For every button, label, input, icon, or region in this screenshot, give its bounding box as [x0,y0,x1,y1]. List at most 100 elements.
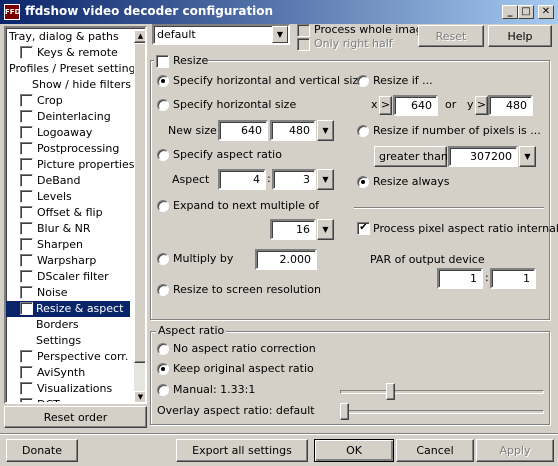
x-gt-button[interactable]: > [379,96,392,115]
cancel-button[interactable]: Cancel [396,439,474,462]
apply-button[interactable]: Apply [476,439,554,462]
minimize-button[interactable]: _ [502,5,518,19]
tree-item-checkbox[interactable] [20,238,33,251]
new-width-input[interactable]: 640 [218,120,268,141]
aspect-num-input[interactable]: 4 [218,169,266,190]
overlay-label: Overlay aspect ratio: default [157,404,315,417]
process-whole-image-checkbox[interactable] [297,24,310,37]
tree-item-checkbox[interactable] [20,174,33,187]
x-label: x [371,98,378,111]
overlay-slider-track[interactable] [340,410,544,414]
tree-item-label: Blur & NR [37,222,91,235]
tree-item-checkbox[interactable] [20,94,33,107]
tree-item-checkbox[interactable] [20,46,33,59]
aspect-den-input[interactable]: 3 [272,169,316,190]
export-settings-button[interactable]: Export all settings [176,439,308,462]
tree-item-checkbox[interactable] [20,142,33,155]
par-colon: : [485,271,489,284]
tree-scrollbar[interactable]: ▲ ▼ [134,30,145,402]
resize-checkbox[interactable] [156,55,169,68]
resize-screen-radio[interactable] [157,284,169,296]
tree-item-label: Resize & aspect [36,302,124,315]
maximize-button[interactable]: □ [518,5,534,19]
scroll-thumb[interactable] [134,43,145,363]
aspect-colon: : [267,172,271,185]
multiply-radio[interactable] [157,253,169,265]
tree-item-checkbox[interactable] [20,398,33,402]
specify-aspect-radio[interactable] [157,149,169,161]
tree-item-checkbox[interactable] [20,350,33,363]
resize-always-label: Resize always [373,175,450,188]
tree-item-label: Visualizations [37,382,113,395]
expand-label: Expand to next multiple of [173,199,320,212]
chevron-down-icon[interactable]: ▼ [519,146,536,167]
window-title: ffdshow video decoder configuration [25,4,274,18]
title-bar[interactable]: FFD ffdshow video decoder configuration … [0,0,558,24]
preset-select[interactable]: default ▼ [152,24,290,45]
scroll-down-icon[interactable]: ▼ [134,391,145,402]
ok-button[interactable]: OK [314,439,394,462]
no-correction-radio[interactable] [157,343,169,355]
tree-item-label: Offset & flip [37,206,103,219]
tree-item-checkbox[interactable] [20,222,33,235]
pixels-input[interactable]: 307200 [448,146,518,167]
donate-button[interactable]: Donate [6,439,78,462]
tree-item[interactable]: Resize & aspect [6,301,130,317]
tree-item-checkbox[interactable] [20,190,33,203]
new-size-label: New size [168,124,217,137]
tree-item-checkbox[interactable] [20,206,33,219]
scroll-up-icon[interactable]: ▲ [134,30,145,43]
bottom-divider [0,433,558,435]
tree-item-checkbox[interactable] [20,254,33,267]
manual-aspect-slider-thumb[interactable] [386,383,395,400]
tree-item-checkbox[interactable] [20,302,33,315]
par-den-input[interactable]: 1 [490,268,536,289]
chevron-down-icon[interactable]: ▼ [272,26,288,43]
multiply-input[interactable]: 2.000 [255,249,317,270]
help-button[interactable]: Help [488,25,552,47]
chevron-down-icon[interactable]: ▼ [317,120,334,141]
tree-item-label: Levels [37,190,72,203]
specify-hv-label: Specify horizontal and vertical size [173,74,365,87]
resize-if-radio[interactable] [357,75,369,87]
if-y-input[interactable]: 480 [488,95,533,116]
chevron-down-icon[interactable]: ▼ [317,219,334,240]
overlay-slider-thumb[interactable] [340,403,349,420]
only-right-half-checkbox[interactable] [297,38,310,51]
tree-item-checkbox[interactable] [20,126,33,139]
tree-item-checkbox[interactable] [20,270,33,283]
tree-item-label: Warpsharp [37,254,97,267]
expand-radio[interactable] [157,200,169,212]
tree-item-checkbox[interactable] [20,366,33,379]
chevron-down-icon[interactable]: ▼ [317,169,334,190]
tree-item-checkbox[interactable] [20,158,33,171]
new-height-input[interactable]: 480 [270,120,316,141]
if-x-input[interactable]: 640 [393,95,438,116]
process-par-checkbox[interactable]: ✔ [357,222,370,235]
resize-always-radio[interactable] [357,176,369,188]
filter-tree[interactable]: Tray, dialog & paths Keys & remote Profile… [4,26,147,404]
tree-item-checkbox[interactable] [20,286,33,299]
tree-item-checkbox[interactable] [20,382,33,395]
no-correction-label: No aspect ratio correction [173,342,316,355]
par-num-input[interactable]: 1 [437,268,483,289]
keep-original-radio[interactable] [157,363,169,375]
resize-pixels-radio[interactable] [357,125,369,137]
multiple-input[interactable]: 16 [270,219,316,240]
reset-order-button[interactable]: Reset order [4,406,147,428]
tree-item-label: AviSynth [37,366,86,379]
specify-h-radio[interactable] [157,99,169,111]
manual-radio[interactable] [157,384,169,396]
reset-button[interactable]: Reset [418,25,484,47]
tree-item-label: Noise [37,286,68,299]
app-icon: FFD [4,4,20,20]
multiply-label: Multiply by [173,252,234,265]
tree-item-checkbox[interactable] [20,110,33,123]
y-gt-button[interactable]: > [475,96,488,115]
resize-pixels-label: Resize if number of pixels is ... [373,124,541,137]
manual-aspect-slider-track[interactable] [340,390,544,394]
specify-hv-radio[interactable] [157,75,169,87]
close-button[interactable]: ✕ [538,5,554,19]
greater-than-select[interactable]: greater than [374,146,448,167]
par-output-label: PAR of output device [370,253,485,266]
